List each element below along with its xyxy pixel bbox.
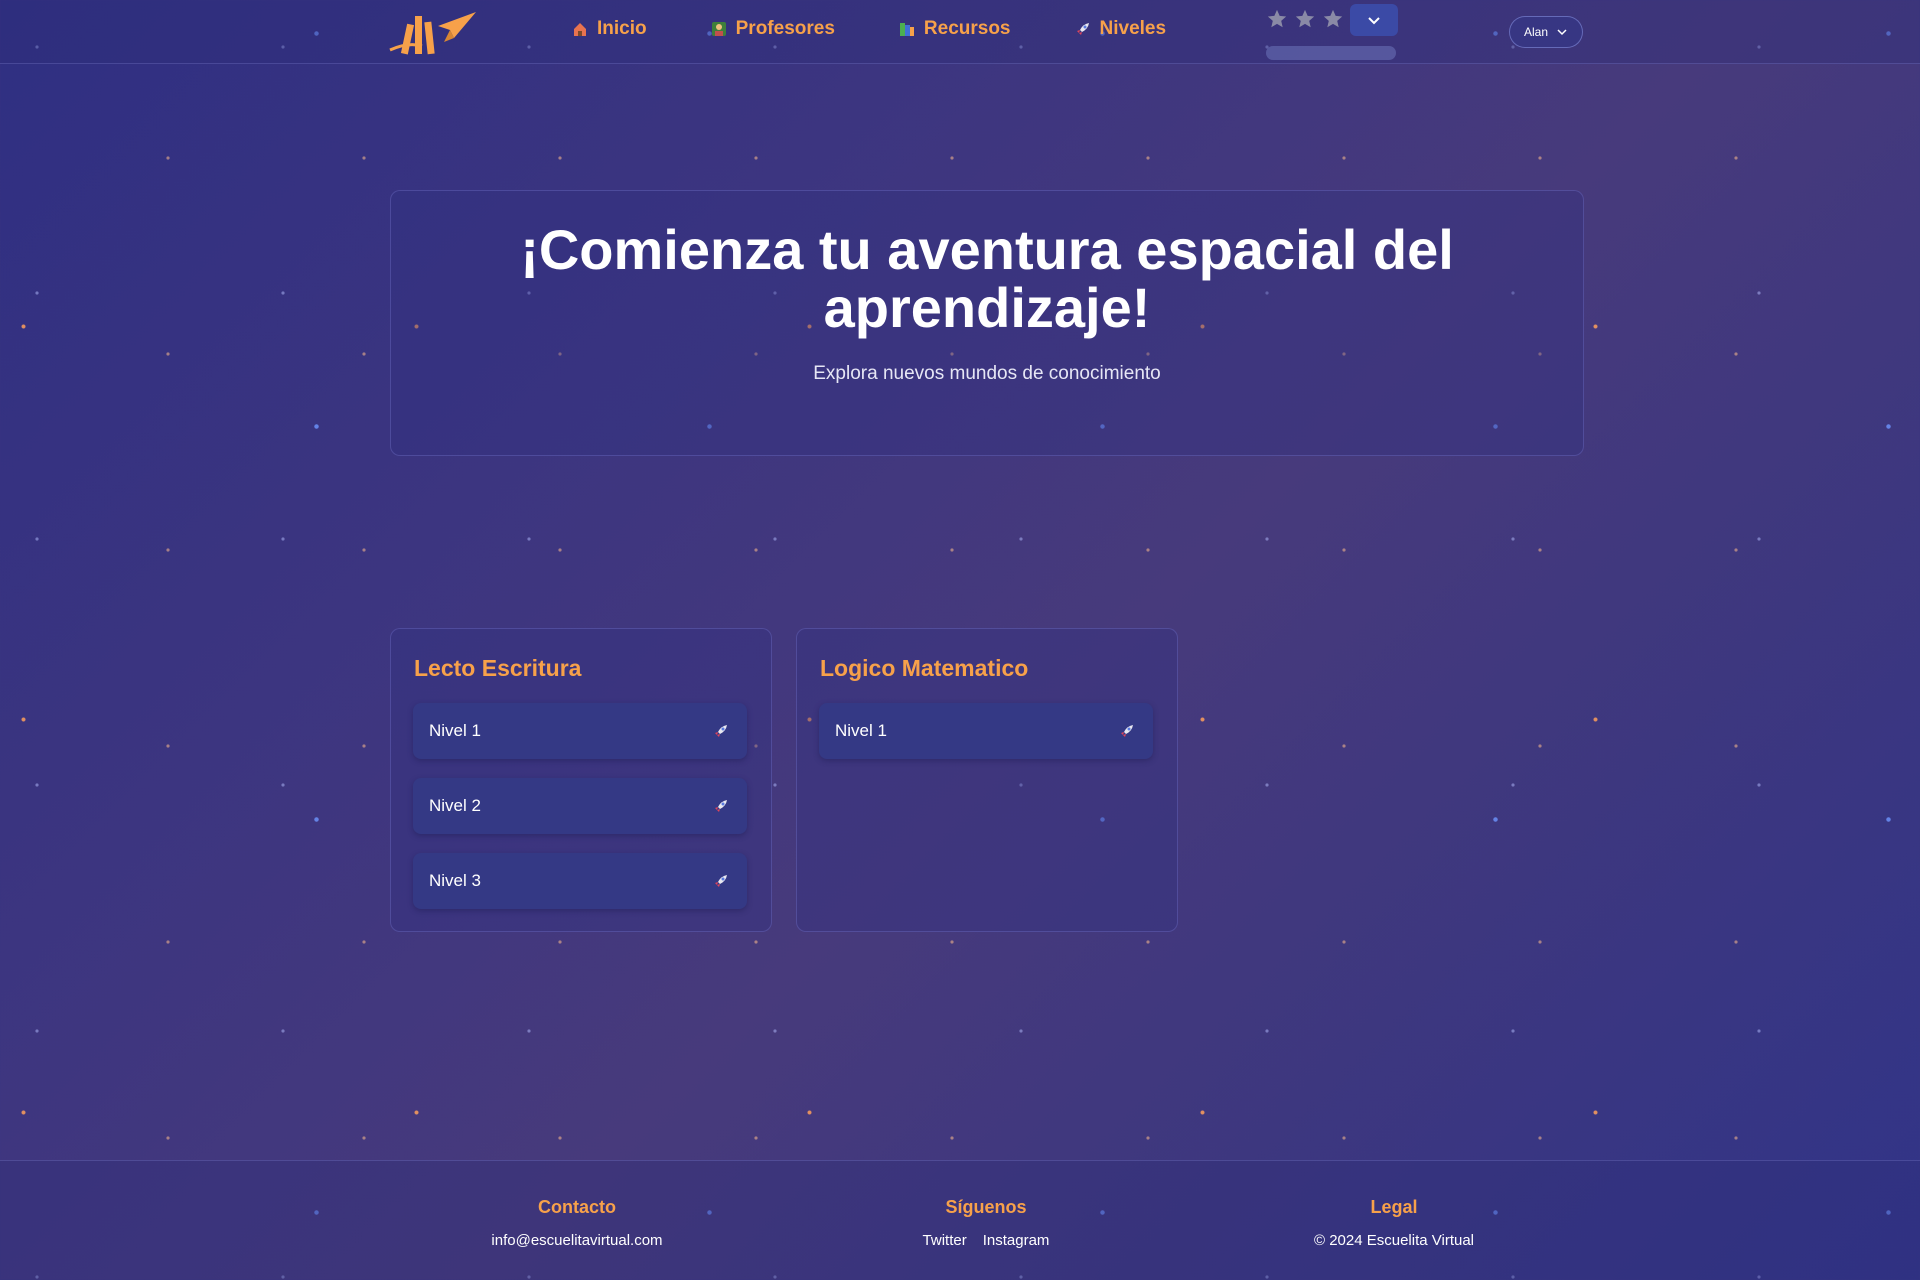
nav-inicio[interactable]: Inicio <box>572 18 647 40</box>
level-item-1[interactable]: Nivel 1 <box>413 703 747 759</box>
nav-niveles[interactable]: Niveles <box>1075 18 1167 40</box>
star-icon <box>1267 9 1287 28</box>
subject-card-logico-matematico: Logico Matematico Nivel 1 <box>796 628 1178 932</box>
star-icon <box>1295 9 1315 28</box>
level-label: Nivel 1 <box>429 721 481 740</box>
footer-siguenos: Síguenos Twitter Instagram <box>886 1197 1086 1249</box>
rating-dropdown-button[interactable] <box>1350 4 1398 36</box>
level-list: Nivel 1 <box>819 703 1153 778</box>
top-navbar: Inicio Profesores Recursos Niveles Alan <box>0 0 1920 64</box>
footer-contacto: Contacto info@escuelitavirtual.com <box>477 1197 677 1249</box>
books-icon <box>899 21 915 37</box>
chevron-down-icon <box>1368 17 1380 25</box>
subject-card-lecto-escritura: Lecto Escritura Nivel 1 Nivel 2 Nivel 3 <box>390 628 772 932</box>
subject-title: Lecto Escritura <box>414 655 582 681</box>
nav-label: Recursos <box>923 18 1011 39</box>
hero-subtitle: Explora nuevos mundos de conocimiento <box>813 363 1161 384</box>
paper-plane-books-logo[interactable] <box>388 6 480 58</box>
subject-title: Logico Matematico <box>820 655 1029 681</box>
progress-bar <box>1266 46 1396 60</box>
nav-recursos[interactable]: Recursos <box>899 18 1011 40</box>
star-rating-widget <box>1266 4 1398 60</box>
star-icon <box>1323 9 1343 28</box>
footer-heading: Síguenos <box>945 1197 1027 1217</box>
rocket-icon <box>715 875 727 887</box>
footer-heading: Legal <box>1370 1197 1418 1217</box>
footer: Contacto info@escuelitavirtual.com Sígue… <box>0 1160 1920 1280</box>
contact-email-link[interactable]: info@escuelitavirtual.com <box>477 1232 677 1249</box>
level-label: Nivel 2 <box>429 796 481 815</box>
stars-row <box>1266 8 1344 30</box>
user-menu-button[interactable]: Alan <box>1509 16 1583 48</box>
twitter-link[interactable]: Twitter <box>923 1232 967 1249</box>
level-item-3[interactable]: Nivel 3 <box>413 853 747 909</box>
footer-heading: Contacto <box>538 1197 616 1217</box>
footer-legal: Legal © 2024 Escuelita Virtual <box>1294 1197 1494 1249</box>
level-item-2[interactable]: Nivel 2 <box>413 778 747 834</box>
social-links: Twitter Instagram <box>886 1232 1086 1249</box>
level-label: Nivel 1 <box>835 721 887 740</box>
main-nav: Inicio Profesores Recursos Niveles <box>572 18 1166 40</box>
user-name: Alan <box>1523 25 1549 39</box>
rocket-icon <box>1075 21 1091 37</box>
chevron-down-icon <box>1557 29 1567 36</box>
nav-label: Inicio <box>597 18 647 39</box>
hero-banner: ¡Comienza tu aventura espacial del apren… <box>390 190 1584 456</box>
nav-label: Niveles <box>1099 18 1167 39</box>
nav-label: Profesores <box>735 18 835 39</box>
hero-title: ¡Comienza tu aventura espacial del apren… <box>520 218 1454 339</box>
house-icon <box>572 21 588 37</box>
teacher-icon <box>711 21 727 37</box>
level-list: Nivel 1 Nivel 2 Nivel 3 <box>413 703 747 928</box>
instagram-link[interactable]: Instagram <box>983 1232 1050 1249</box>
rocket-icon <box>715 725 727 737</box>
nav-profesores[interactable]: Profesores <box>711 18 835 40</box>
rocket-icon <box>715 800 727 812</box>
level-item-1[interactable]: Nivel 1 <box>819 703 1153 759</box>
level-label: Nivel 3 <box>429 871 481 890</box>
copyright-text: © 2024 Escuelita Virtual <box>1313 1232 1475 1249</box>
rocket-icon <box>1121 725 1133 737</box>
